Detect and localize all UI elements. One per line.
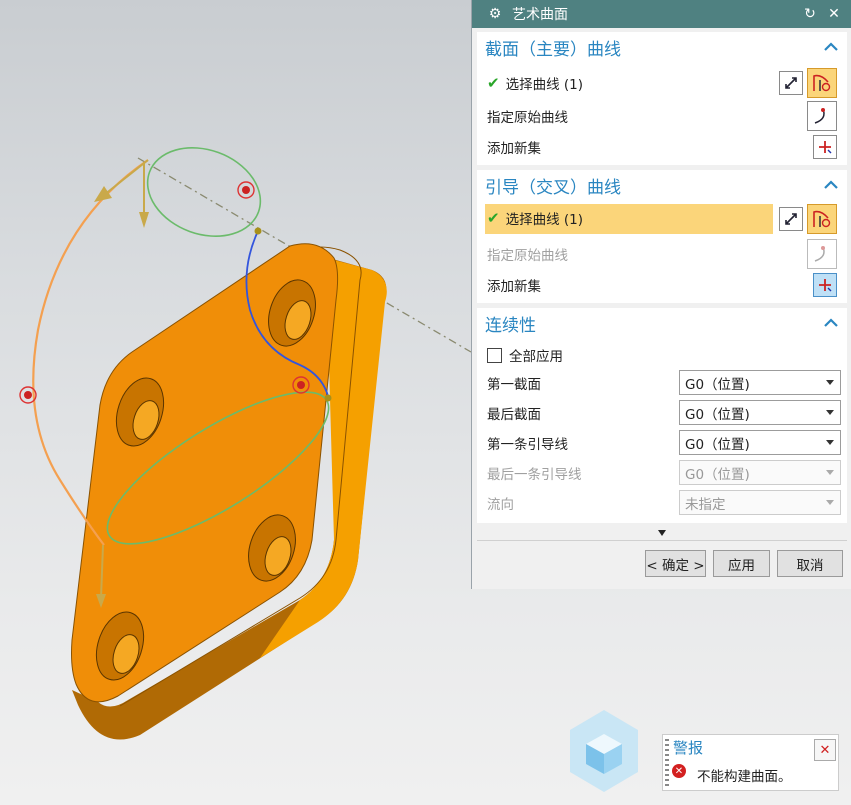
section-title: 连续性	[485, 315, 536, 336]
dialog-titlebar: ⚙ 艺术曲面 ↻ ✕	[472, 0, 851, 28]
specify-origin-label: 指定原始曲线	[487, 110, 568, 126]
select-value: G0（位置)	[685, 436, 750, 453]
dialog-title: 艺术曲面	[512, 7, 568, 23]
alert-popup: 警报 ✕ ✕ 不能构建曲面。	[662, 734, 839, 791]
continuity-label: 第一截面	[487, 377, 541, 393]
continuity-row: 第一截面 G0（位置)	[477, 368, 847, 398]
dropdown-arrow-icon	[826, 410, 834, 415]
origin-curve-icon[interactable]	[807, 101, 837, 131]
alert-message: 不能构建曲面。	[697, 769, 792, 785]
section-header[interactable]: 截面（主要）曲线	[477, 32, 847, 62]
continuity-label: 最后截面	[487, 407, 541, 423]
add-new-set-label: 添加新集	[487, 279, 541, 295]
continuity-select[interactable]: G0（位置)	[679, 370, 841, 395]
continuity-row: 流向 未指定	[477, 488, 847, 518]
section-guide-curves: 引导（交叉）曲线 ✔ 选择曲线 (1) 指定原始曲线 添加新集	[477, 170, 847, 303]
add-set-icon[interactable]	[813, 273, 837, 297]
continuity-row: 第一条引导线 G0（位置)	[477, 428, 847, 458]
part-body[interactable]	[71, 243, 387, 740]
apply-all-row[interactable]: 全部应用	[477, 340, 847, 370]
select-curve-label: 选择曲线 (1)	[505, 77, 583, 93]
select-value: 未指定	[685, 496, 726, 513]
select-value: G0（位置)	[685, 376, 750, 393]
dropdown-arrow-icon	[826, 470, 834, 475]
close-icon[interactable]: ✕	[814, 739, 836, 761]
section-title: 截面（主要）曲线	[485, 39, 621, 60]
checkmark-icon: ✔	[487, 209, 500, 227]
apply-all-checkbox[interactable]	[487, 347, 502, 363]
continuity-label: 最后一条引导线	[487, 467, 582, 483]
chevron-up-icon[interactable]	[823, 39, 839, 55]
specify-origin-label: 指定原始曲线	[487, 248, 568, 264]
watermark-logo	[570, 710, 638, 792]
section-title: 引导（交叉）曲线	[485, 177, 621, 198]
apply-all-label: 全部应用	[509, 349, 563, 365]
alert-title: 警报	[673, 739, 704, 757]
chevron-up-icon[interactable]	[823, 315, 839, 331]
section-curve-top[interactable]	[135, 133, 273, 252]
reset-icon[interactable]: ↻	[801, 5, 819, 23]
add-set-icon[interactable]	[813, 135, 837, 159]
section-primary-curves: 截面（主要）曲线 ✔ 选择曲线 (1) 指定原始曲线 添加新集	[477, 32, 847, 165]
curve-select-icon[interactable]	[807, 68, 837, 98]
add-new-set-row[interactable]: 添加新集	[477, 270, 847, 300]
section-header[interactable]: 引导（交叉）曲线	[477, 170, 847, 200]
continuity-label: 第一条引导线	[487, 437, 568, 453]
add-new-set-label: 添加新集	[487, 141, 541, 157]
apply-button[interactable]: 应用	[713, 550, 770, 577]
dropdown-arrow-icon	[826, 440, 834, 445]
dropdown-arrow-icon	[826, 380, 834, 385]
more-options-expander[interactable]	[477, 526, 847, 541]
drag-handle[interactable]	[665, 739, 669, 789]
dropdown-arrow-icon	[826, 500, 834, 505]
continuity-select[interactable]: G0（位置)	[679, 400, 841, 425]
gear-icon[interactable]: ⚙	[486, 5, 504, 23]
chevron-down-icon[interactable]	[658, 530, 666, 536]
chevron-up-icon[interactable]	[823, 177, 839, 193]
cancel-button[interactable]: 取消	[777, 550, 843, 577]
continuity-select[interactable]: G0（位置)	[679, 430, 841, 455]
ok-button[interactable]: < 确定 >	[645, 550, 706, 577]
select-curve-row[interactable]: ✔ 选择曲线 (1)	[477, 68, 847, 98]
continuity-row: 最后截面 G0（位置)	[477, 398, 847, 428]
continuity-row: 最后一条引导线 G0（位置)	[477, 458, 847, 488]
select-value: G0（位置)	[685, 466, 750, 483]
add-new-set-row[interactable]: 添加新集	[477, 132, 847, 162]
continuity-select: G0（位置)	[679, 460, 841, 485]
close-icon[interactable]: ✕	[825, 5, 843, 23]
section-header[interactable]: 连续性	[477, 308, 847, 338]
select-curve-label: 选择曲线 (1)	[505, 212, 583, 228]
curve-select-icon[interactable]	[807, 204, 837, 234]
select-curve-row-active[interactable]: ✔ 选择曲线 (1)	[477, 203, 847, 234]
reverse-direction-icon[interactable]	[779, 207, 803, 231]
specify-origin-curve-row[interactable]: 指定原始曲线	[477, 101, 847, 131]
continuity-select: 未指定	[679, 490, 841, 515]
continuity-label: 流向	[487, 497, 514, 513]
origin-curve-icon	[807, 239, 837, 269]
art-surface-dialog: ⚙ 艺术曲面 ↻ ✕ 截面（主要）曲线 ✔ 选择曲线 (1) 指定原始曲线 添加…	[471, 0, 851, 589]
reverse-direction-icon[interactable]	[779, 71, 803, 95]
error-icon: ✕	[672, 764, 686, 778]
section-continuity: 连续性 全部应用 第一截面 G0（位置) 最后截面 G0（位置) 第一条引导线 …	[477, 308, 847, 523]
select-value: G0（位置)	[685, 406, 750, 423]
specify-origin-curve-row: 指定原始曲线	[477, 239, 847, 269]
checkmark-icon: ✔	[487, 74, 500, 92]
